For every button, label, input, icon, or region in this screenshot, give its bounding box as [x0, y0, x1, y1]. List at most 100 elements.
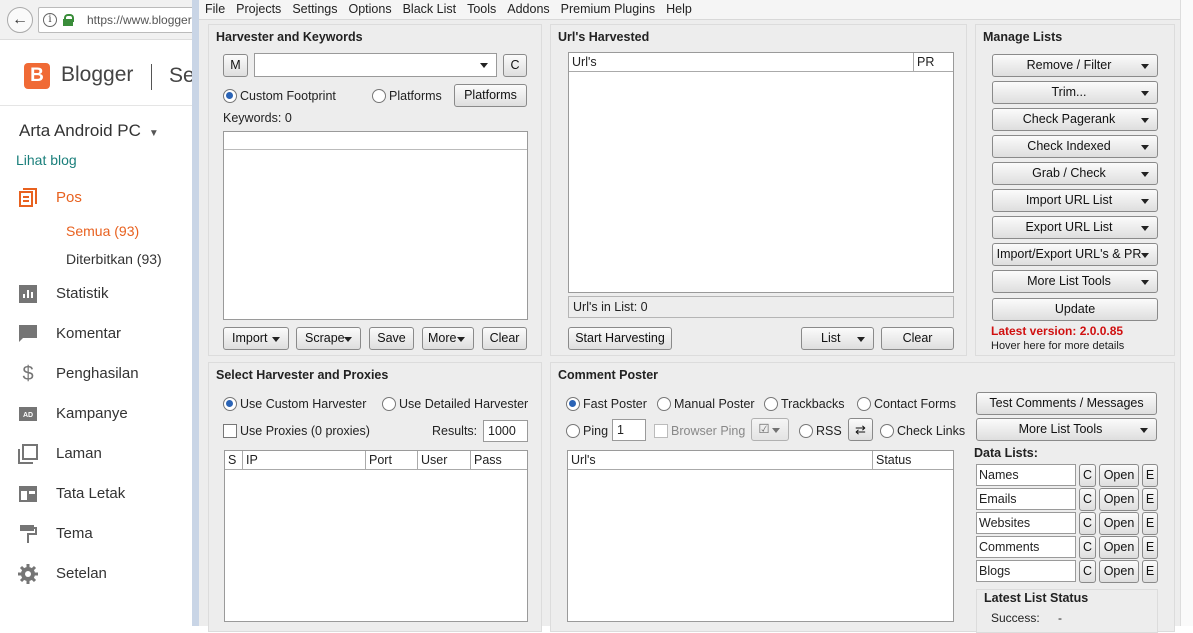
- sidebar-item-penghasilan[interactable]: $ Penghasilan: [0, 360, 192, 390]
- sidebar-item-tema[interactable]: Tema: [0, 520, 192, 550]
- emails-open-button[interactable]: Open: [1099, 488, 1139, 511]
- clear-keywords-button[interactable]: Clear: [482, 327, 527, 350]
- keywords-textarea[interactable]: [223, 131, 528, 320]
- menu-settings[interactable]: Settings: [286, 0, 342, 16]
- column-pr[interactable]: PR: [914, 53, 953, 72]
- comments-open-button[interactable]: Open: [1099, 536, 1139, 559]
- view-blog-link[interactable]: Lihat blog: [16, 152, 77, 168]
- ping-radio[interactable]: Ping: [566, 424, 608, 438]
- scrape-button[interactable]: Scrape: [296, 327, 361, 350]
- websites-open-button[interactable]: Open: [1099, 512, 1139, 535]
- blog-selector[interactable]: Arta Android PC ▼: [19, 121, 159, 141]
- list-button[interactable]: List: [801, 327, 874, 350]
- blogs-c-button[interactable]: C: [1079, 560, 1096, 583]
- rss-radio[interactable]: RSS: [799, 424, 842, 438]
- detailed-harvester-radio[interactable]: Use Detailed Harvester: [382, 397, 528, 411]
- blogger-logo-icon[interactable]: B: [24, 63, 50, 89]
- column-s[interactable]: S: [225, 451, 243, 470]
- browser-ping-select[interactable]: ☑: [751, 418, 789, 441]
- sidebar-item-setelan[interactable]: Setelan: [0, 560, 192, 590]
- menu-projects[interactable]: Projects: [230, 0, 286, 16]
- check-indexed-button[interactable]: Check Indexed: [992, 135, 1158, 158]
- names-e-button[interactable]: E: [1142, 464, 1158, 487]
- blogs-open-button[interactable]: Open: [1099, 560, 1139, 583]
- websites-e-button[interactable]: E: [1142, 512, 1158, 535]
- platforms-button[interactable]: Platforms: [454, 84, 527, 107]
- proxies-table[interactable]: S IP Port User Pass: [224, 450, 528, 622]
- c-button[interactable]: C: [503, 54, 527, 77]
- platforms-radio[interactable]: Platforms: [372, 89, 442, 103]
- blogs-field[interactable]: Blogs: [976, 560, 1076, 582]
- names-field[interactable]: Names: [976, 464, 1076, 486]
- column-user[interactable]: User: [418, 451, 471, 470]
- menu-black-list[interactable]: Black List: [397, 0, 462, 16]
- sidebar-item-laman[interactable]: Laman: [0, 440, 192, 470]
- urls-table[interactable]: Url's PR: [568, 52, 954, 293]
- poster-urls-table[interactable]: Url's Status: [567, 450, 954, 622]
- column-port[interactable]: Port: [366, 451, 418, 470]
- blogger-brand[interactable]: Blogger: [61, 63, 133, 87]
- back-arrow-icon[interactable]: ←: [7, 7, 33, 33]
- emails-e-button[interactable]: E: [1142, 488, 1158, 511]
- sidebar-item-tata-letak[interactable]: Tata Letak: [0, 480, 192, 510]
- remove-filter-button[interactable]: Remove / Filter: [992, 54, 1158, 77]
- sidebar-item-komentar[interactable]: Komentar: [0, 320, 192, 350]
- clear-urls-button[interactable]: Clear: [881, 327, 954, 350]
- sidebar-item-pos[interactable]: Pos: [0, 184, 192, 214]
- trim-button[interactable]: Trim...: [992, 81, 1158, 104]
- column-status[interactable]: Status: [873, 451, 953, 470]
- contact-forms-radio[interactable]: Contact Forms: [857, 397, 956, 411]
- menu-addons[interactable]: Addons: [501, 0, 554, 16]
- column-ip[interactable]: IP: [243, 451, 366, 470]
- names-open-button[interactable]: Open: [1099, 464, 1139, 487]
- address-bar[interactable]: i https://www.blogger.com: [38, 7, 217, 33]
- import-button[interactable]: Import: [223, 327, 289, 350]
- start-harvesting-button[interactable]: Start Harvesting: [568, 327, 672, 350]
- rss-options-icon[interactable]: ⇄: [848, 418, 873, 441]
- check-links-radio[interactable]: Check Links: [880, 424, 965, 438]
- blogs-e-button[interactable]: E: [1142, 560, 1158, 583]
- emails-field[interactable]: Emails: [976, 488, 1076, 510]
- more-list-tools-button[interactable]: More List Tools: [992, 270, 1158, 293]
- more-button[interactable]: More: [422, 327, 474, 350]
- check-pagerank-button[interactable]: Check Pagerank: [992, 108, 1158, 131]
- sidebar-sub-published[interactable]: Diterbitkan (93): [66, 251, 162, 267]
- sidebar-item-statistik[interactable]: Statistik: [0, 280, 192, 310]
- export-url-list-button[interactable]: Export URL List: [992, 216, 1158, 239]
- column-pass[interactable]: Pass: [471, 451, 527, 470]
- import-url-list-button[interactable]: Import URL List: [992, 189, 1158, 212]
- more-list-tools-poster-button[interactable]: More List Tools: [976, 418, 1157, 441]
- update-button[interactable]: Update: [992, 298, 1158, 321]
- names-c-button[interactable]: C: [1079, 464, 1096, 487]
- menu-tools[interactable]: Tools: [461, 0, 501, 16]
- hover-details-link[interactable]: Hover here for more details: [991, 340, 1124, 352]
- browser-ping-checkbox[interactable]: Browser Ping: [654, 424, 745, 438]
- info-icon[interactable]: i: [43, 13, 57, 27]
- sidebar-sub-all[interactable]: Semua (93): [66, 223, 139, 239]
- manual-poster-radio[interactable]: Manual Poster: [657, 397, 755, 411]
- comments-field[interactable]: Comments: [976, 536, 1076, 558]
- emails-c-button[interactable]: C: [1079, 488, 1096, 511]
- comments-c-button[interactable]: C: [1079, 536, 1096, 559]
- menu-help[interactable]: Help: [660, 0, 697, 16]
- menu-file[interactable]: File: [199, 0, 230, 16]
- save-button[interactable]: Save: [369, 327, 414, 350]
- use-proxies-checkbox[interactable]: Use Proxies (0 proxies): [223, 424, 370, 438]
- sidebar-item-kampanye[interactable]: AD Kampanye: [0, 400, 192, 430]
- import-export-urls-pr-button[interactable]: Import/Export URL's & PR: [992, 243, 1158, 266]
- trackbacks-radio[interactable]: Trackbacks: [764, 397, 844, 411]
- m-button[interactable]: M: [223, 54, 248, 77]
- websites-field[interactable]: Websites: [976, 512, 1076, 534]
- custom-harvester-radio[interactable]: Use Custom Harvester: [223, 397, 366, 411]
- comments-e-button[interactable]: E: [1142, 536, 1158, 559]
- test-comments-button[interactable]: Test Comments / Messages: [976, 392, 1157, 415]
- websites-c-button[interactable]: C: [1079, 512, 1096, 535]
- results-input[interactable]: 1000: [483, 420, 528, 442]
- menu-options[interactable]: Options: [342, 0, 396, 16]
- footprint-select[interactable]: [254, 53, 497, 77]
- column-urls[interactable]: Url's: [568, 451, 873, 470]
- fast-poster-radio[interactable]: Fast Poster: [566, 397, 647, 411]
- ping-input[interactable]: 1: [612, 419, 646, 441]
- column-urls[interactable]: Url's: [569, 53, 914, 72]
- menu-premium-plugins[interactable]: Premium Plugins: [555, 0, 660, 16]
